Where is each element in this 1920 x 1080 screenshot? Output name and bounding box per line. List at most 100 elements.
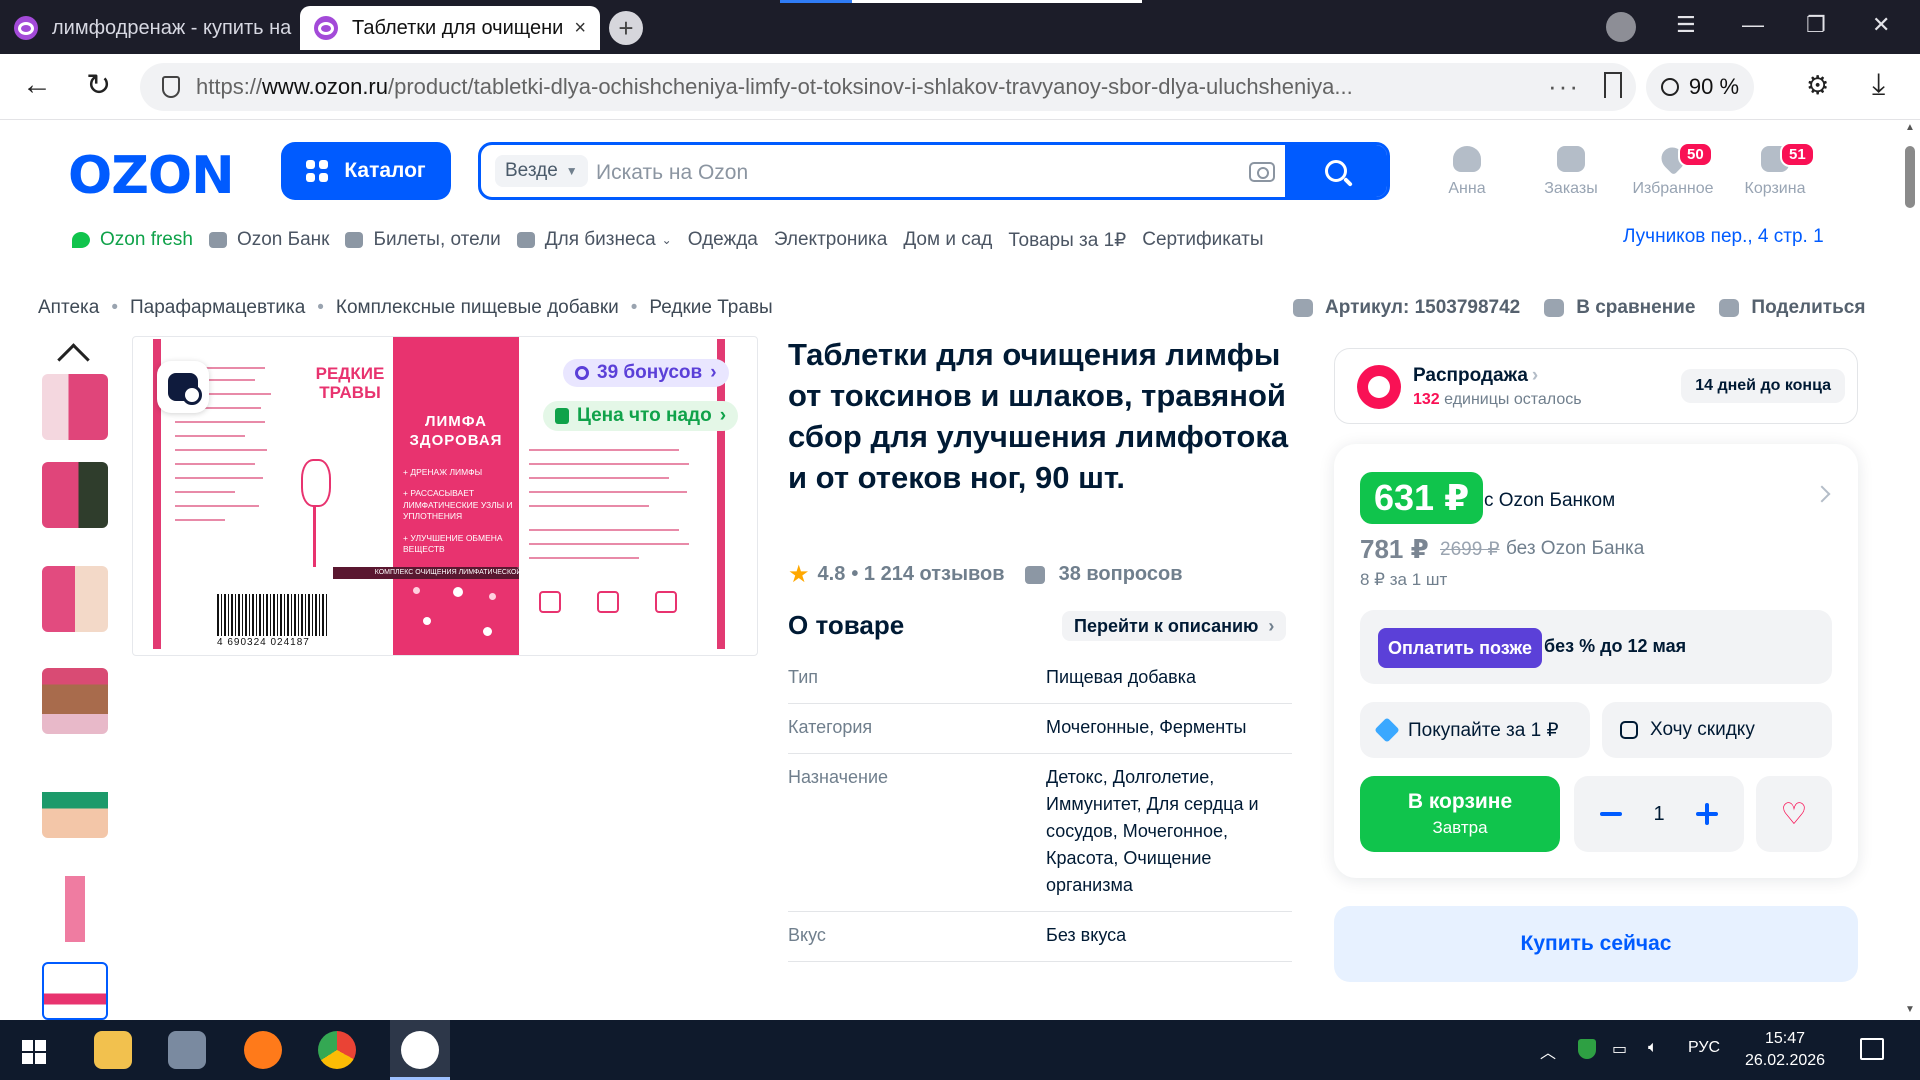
security-shield-icon[interactable] xyxy=(1578,1039,1596,1059)
share-button[interactable]: Поделиться xyxy=(1719,297,1865,319)
package-benefits: + ДРЕНАЖ ЛИМФЫ + РАССАСЫВАЕТ ЛИМФАТИЧЕСК… xyxy=(403,467,513,555)
in-cart-button[interactable]: В корзине Завтра xyxy=(1360,776,1560,852)
thumbs-up-icon xyxy=(555,408,569,424)
volume-icon[interactable]: 🔈︎ xyxy=(1648,1039,1658,1057)
user-menu[interactable]: Анна xyxy=(1412,146,1522,198)
new-tab-button[interactable]: + xyxy=(609,11,643,45)
url-text: https://www.ozon.ru/product/tabletki-dly… xyxy=(196,74,1353,99)
rating-row[interactable]: ★ 4.8 • 1 214 отзывов 38 вопросов xyxy=(788,560,1183,589)
thumbnail[interactable] xyxy=(42,668,108,734)
pay-later-block[interactable]: Оплатить позже без % до 12 мая xyxy=(1360,610,1832,684)
decrease-button[interactable] xyxy=(1600,812,1622,816)
tab-product[interactable]: Таблетки для очищени × xyxy=(300,6,600,50)
chrome-icon[interactable] xyxy=(318,1031,356,1069)
price-per-unit: 8 ₽ за 1 шт xyxy=(1360,570,1448,589)
reviews-link[interactable]: • 1 214 отзывов xyxy=(851,563,1004,586)
thumbnail[interactable] xyxy=(42,462,108,528)
thumbnail-selected[interactable] xyxy=(42,962,108,1020)
url-field[interactable]: https://www.ozon.ru/product/tabletki-dly… xyxy=(140,63,1636,111)
breadcrumb-item[interactable]: Редкие Травы xyxy=(649,297,772,319)
box-icon xyxy=(1557,146,1585,172)
thumbnail[interactable] xyxy=(42,374,108,440)
catalog-button[interactable]: Каталог xyxy=(281,142,451,200)
bonus-icon xyxy=(575,366,589,380)
buy-now-button[interactable]: Купить сейчас xyxy=(1334,906,1858,982)
file-explorer-icon[interactable] xyxy=(94,1031,132,1069)
taskbar-clock[interactable]: 15:47 26.02.2026 xyxy=(1740,1028,1830,1072)
thumbnail[interactable] xyxy=(42,876,108,942)
nav-clothes[interactable]: Одежда xyxy=(688,229,758,251)
increase-button[interactable] xyxy=(1696,803,1718,825)
nav-tickets[interactable]: Билеты, отели xyxy=(345,229,501,251)
notifications-icon[interactable] xyxy=(1860,1038,1884,1060)
orders-link[interactable]: Заказы xyxy=(1516,146,1626,198)
ozon-logo[interactable]: OZON xyxy=(68,146,235,206)
yandex-browser-taskbar-item[interactable] xyxy=(390,1020,450,1080)
compare-button[interactable]: В сравнение xyxy=(1544,297,1695,319)
bookmark-icon[interactable] xyxy=(1604,72,1622,98)
search-scope-select[interactable]: Везде ▼ xyxy=(495,155,588,187)
chevron-right-icon: › xyxy=(1531,365,1539,386)
calculator-icon[interactable] xyxy=(168,1031,206,1069)
cart-link[interactable]: 51 Корзина xyxy=(1720,142,1830,198)
nav-one-ruble[interactable]: Товары за 1₽ xyxy=(1008,229,1126,252)
copy-icon xyxy=(1293,299,1313,317)
bonus-badge[interactable]: 39 бонусов › xyxy=(563,359,729,387)
language-indicator[interactable]: РУС xyxy=(1688,1039,1720,1057)
favorites-count-badge: 50 xyxy=(1678,142,1713,167)
breadcrumb-item[interactable]: Парафармацевтика xyxy=(130,297,305,319)
reload-icon[interactable]: ↻ xyxy=(86,68,111,103)
goto-description-button[interactable]: Перейти к описанию › xyxy=(1062,611,1287,641)
share-icon xyxy=(1719,299,1740,317)
download-icon[interactable]: ⤓ xyxy=(1872,68,1885,102)
scrollbar-thumb[interactable] xyxy=(1905,146,1915,208)
nav-certificates[interactable]: Сертификаты xyxy=(1142,229,1263,251)
zoom-button[interactable]: 90 % xyxy=(1646,63,1754,111)
thumbnail[interactable] xyxy=(42,772,108,838)
more-icon[interactable]: ··· xyxy=(1548,71,1580,102)
thumbnail[interactable] xyxy=(42,566,108,632)
sale-card[interactable]: Распродажа › 132 единицы осталось 14 дней… xyxy=(1334,348,1858,424)
similar-search-icon[interactable] xyxy=(157,361,209,413)
back-arrow-icon[interactable]: ← xyxy=(22,68,52,102)
extensions-icon[interactable]: ⚙ xyxy=(1806,70,1829,101)
search-icon xyxy=(1325,160,1347,182)
compare-icon xyxy=(1544,299,1565,317)
pay-later-button[interactable]: Оплатить позже xyxy=(1378,628,1542,668)
profile-avatar-icon[interactable] xyxy=(1606,12,1636,42)
add-to-favorites-button[interactable]: ♡ xyxy=(1756,776,1832,852)
page-scrollbar[interactable]: ▲ ▼ xyxy=(1900,120,1920,1020)
tab-lymph-search[interactable]: лимфодренаж - купить на xyxy=(0,6,292,50)
menu-icon[interactable]: ☰ xyxy=(1676,12,1696,38)
buy-for-one-ruble-button[interactable]: Покупайте за 1 ₽ xyxy=(1360,702,1590,758)
nav-ozon-fresh[interactable]: Ozon fresh xyxy=(72,229,193,251)
product-main-image[interactable]: 4 690324 024187 РЕДКИЕ ТРАВЫ ЛИМФА ЗДОРО… xyxy=(132,336,758,656)
breadcrumb-item[interactable]: Комплексные пищевые добавки xyxy=(336,297,619,319)
search-button[interactable] xyxy=(1285,145,1387,197)
browser-tabbar: лимфодренаж - купить на Таблетки для очи… xyxy=(0,0,1920,54)
nav-business[interactable]: Для бизнеса ⌄ xyxy=(516,229,672,251)
breadcrumb-item[interactable]: Аптека xyxy=(38,297,99,319)
tray-chevron-icon[interactable]: ︿ xyxy=(1540,1039,1556,1063)
restore-icon[interactable]: ❐ xyxy=(1806,12,1826,38)
chevron-right-icon[interactable] xyxy=(1813,485,1831,503)
article-copy[interactable]: Артикул: 1503798742 xyxy=(1293,297,1520,319)
minimize-icon[interactable]: — xyxy=(1742,12,1764,38)
close-window-icon[interactable]: ✕ xyxy=(1872,12,1890,38)
thumbnails-up-arrow-icon[interactable] xyxy=(58,338,88,368)
questions-link[interactable]: 38 вопросов xyxy=(1059,563,1183,586)
favorites-link[interactable]: 50 Избранное xyxy=(1618,142,1728,198)
close-tab-icon[interactable]: × xyxy=(574,17,586,40)
delivery-address-link[interactable]: Лучников пер., 4 стр. 1 xyxy=(1623,226,1824,248)
pay-later-text: без % до 12 мая xyxy=(1544,636,1687,656)
search-input[interactable]: Искать на Ozon xyxy=(596,161,748,185)
windows-start-icon[interactable] xyxy=(22,1040,46,1064)
firefox-icon[interactable] xyxy=(244,1031,282,1069)
good-price-badge[interactable]: Цена что надо › xyxy=(543,401,739,431)
nav-home-garden[interactable]: Дом и сад xyxy=(903,229,992,251)
nav-ozon-bank[interactable]: Ozon Банк xyxy=(208,229,329,251)
want-discount-button[interactable]: Хочу скидку xyxy=(1602,702,1832,758)
camera-search-icon[interactable] xyxy=(1249,162,1275,182)
network-icon[interactable]: ▭ xyxy=(1612,1039,1627,1059)
nav-electronics[interactable]: Электроника xyxy=(774,229,887,251)
